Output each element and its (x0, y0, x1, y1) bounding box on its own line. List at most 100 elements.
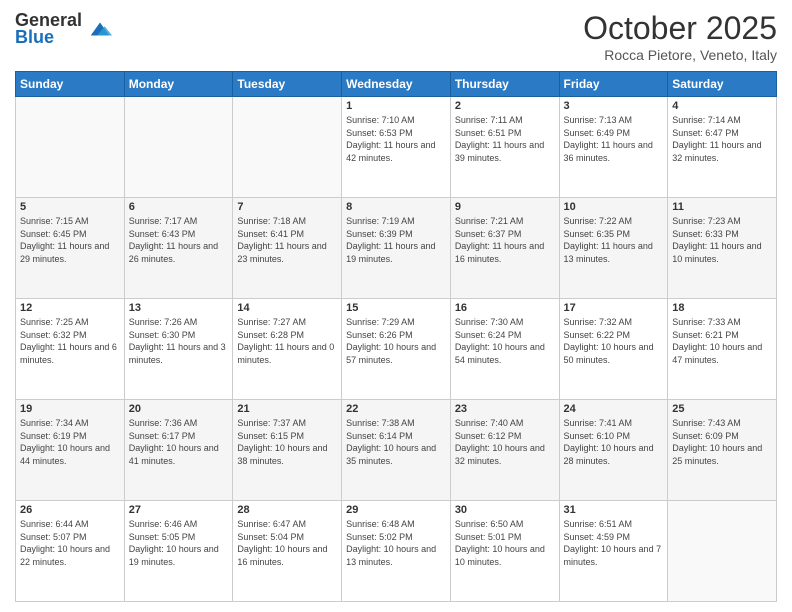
day-number: 6 (129, 201, 229, 213)
day-number: 5 (20, 201, 120, 213)
day-detail: Sunrise: 7:38 AMSunset: 6:14 PMDaylight:… (346, 417, 446, 467)
day-number: 11 (672, 201, 772, 213)
day-detail: Sunrise: 7:36 AMSunset: 6:17 PMDaylight:… (129, 417, 229, 467)
day-number: 14 (237, 302, 337, 314)
day-detail: Sunrise: 7:26 AMSunset: 6:30 PMDaylight:… (129, 316, 229, 366)
day-detail: Sunrise: 7:23 AMSunset: 6:33 PMDaylight:… (672, 215, 772, 265)
calendar-cell: 31 Sunrise: 6:51 AMSunset: 4:59 PMDayligh… (559, 501, 668, 602)
header: General Blue October 2025 Rocca Pietore,… (15, 10, 777, 63)
calendar-cell: 20 Sunrise: 7:36 AMSunset: 6:17 PMDayligh… (124, 400, 233, 501)
day-detail: Sunrise: 7:14 AMSunset: 6:47 PMDaylight:… (672, 114, 772, 164)
day-number: 30 (455, 504, 555, 516)
calendar-cell: 17 Sunrise: 7:32 AMSunset: 6:22 PMDayligh… (559, 299, 668, 400)
logo-icon (86, 15, 114, 43)
day-number: 24 (564, 403, 664, 415)
day-number: 27 (129, 504, 229, 516)
calendar-cell (668, 501, 777, 602)
calendar-cell (233, 97, 342, 198)
calendar-cell: 21 Sunrise: 7:37 AMSunset: 6:15 PMDayligh… (233, 400, 342, 501)
day-number: 15 (346, 302, 446, 314)
day-detail: Sunrise: 7:32 AMSunset: 6:22 PMDaylight:… (564, 316, 664, 366)
calendar-cell: 27 Sunrise: 6:46 AMSunset: 5:05 PMDayligh… (124, 501, 233, 602)
day-detail: Sunrise: 6:44 AMSunset: 5:07 PMDaylight:… (20, 518, 120, 568)
day-number: 8 (346, 201, 446, 213)
calendar-cell: 10Sunrise: 7:22 AMSunset: 6:35 PMDayligh… (559, 198, 668, 299)
month-title: October 2025 (583, 10, 777, 47)
day-detail: Sunrise: 6:51 AMSunset: 4:59 PMDaylight:… (564, 518, 664, 568)
calendar-cell: 12 Sunrise: 7:25 AMSunset: 6:32 PMDayligh… (16, 299, 125, 400)
calendar-cell: 5 Sunrise: 7:15 AMSunset: 6:45 PMDaylight… (16, 198, 125, 299)
calendar-cell: 3Sunrise: 7:13 AMSunset: 6:49 PMDaylight… (559, 97, 668, 198)
day-detail: Sunrise: 7:25 AMSunset: 6:32 PMDaylight:… (20, 316, 120, 366)
day-number: 2 (455, 100, 555, 112)
calendar-cell: 8 Sunrise: 7:19 AMSunset: 6:39 PMDaylight… (342, 198, 451, 299)
calendar-cell: 4 Sunrise: 7:14 AMSunset: 6:47 PMDaylight… (668, 97, 777, 198)
day-detail: Sunrise: 7:33 AMSunset: 6:21 PMDaylight:… (672, 316, 772, 366)
day-detail: Sunrise: 7:30 AMSunset: 6:24 PMDaylight:… (455, 316, 555, 366)
calendar-cell: 23Sunrise: 7:40 AMSunset: 6:12 PMDayligh… (450, 400, 559, 501)
calendar-cell: 29 Sunrise: 6:48 AMSunset: 5:02 PMDayligh… (342, 501, 451, 602)
calendar-cell: 9 Sunrise: 7:21 AMSunset: 6:37 PMDaylight… (450, 198, 559, 299)
day-number: 16 (455, 302, 555, 314)
day-detail: Sunrise: 6:46 AMSunset: 5:05 PMDaylight:… (129, 518, 229, 568)
day-number: 22 (346, 403, 446, 415)
day-number: 10 (564, 201, 664, 213)
day-number: 18 (672, 302, 772, 314)
day-detail: Sunrise: 7:10 AMSunset: 6:53 PMDaylight:… (346, 114, 446, 164)
calendar-cell: 13Sunrise: 7:26 AMSunset: 6:30 PMDayligh… (124, 299, 233, 400)
header-sunday: Sunday (16, 72, 125, 97)
day-number: 31 (564, 504, 664, 516)
page: General Blue October 2025 Rocca Pietore,… (0, 0, 792, 612)
day-number: 20 (129, 403, 229, 415)
calendar-cell: 30 Sunrise: 6:50 AMSunset: 5:01 PMDayligh… (450, 501, 559, 602)
calendar-week-row: 1 Sunrise: 7:10 AMSunset: 6:53 PMDaylight… (16, 97, 777, 198)
calendar-week-row: 19 Sunrise: 7:34 AMSunset: 6:19 PMDayligh… (16, 400, 777, 501)
day-number: 28 (237, 504, 337, 516)
day-number: 12 (20, 302, 120, 314)
day-detail: Sunrise: 7:41 AMSunset: 6:10 PMDaylight:… (564, 417, 664, 467)
calendar-cell: 22 Sunrise: 7:38 AMSunset: 6:14 PMDayligh… (342, 400, 451, 501)
day-number: 9 (455, 201, 555, 213)
calendar-cell (124, 97, 233, 198)
title-block: October 2025 Rocca Pietore, Veneto, Ital… (583, 10, 777, 63)
logo-text: General Blue (15, 10, 114, 48)
calendar-cell: 1 Sunrise: 7:10 AMSunset: 6:53 PMDaylight… (342, 97, 451, 198)
day-number: 21 (237, 403, 337, 415)
header-tuesday: Tuesday (233, 72, 342, 97)
calendar-cell: 2 Sunrise: 7:11 AMSunset: 6:51 PMDaylight… (450, 97, 559, 198)
calendar-cell: 14 Sunrise: 7:27 AMSunset: 6:28 PMDayligh… (233, 299, 342, 400)
calendar-header-row: Sunday Monday Tuesday Wednesday Thursday… (16, 72, 777, 97)
day-detail: Sunrise: 6:50 AMSunset: 5:01 PMDaylight:… (455, 518, 555, 568)
header-wednesday: Wednesday (342, 72, 451, 97)
calendar-cell (16, 97, 125, 198)
day-detail: Sunrise: 7:29 AMSunset: 6:26 PMDaylight:… (346, 316, 446, 366)
calendar-cell: 19 Sunrise: 7:34 AMSunset: 6:19 PMDayligh… (16, 400, 125, 501)
day-detail: Sunrise: 7:21 AMSunset: 6:37 PMDaylight:… (455, 215, 555, 265)
header-friday: Friday (559, 72, 668, 97)
calendar-cell: 28Sunrise: 6:47 AMSunset: 5:04 PMDayligh… (233, 501, 342, 602)
day-number: 4 (672, 100, 772, 112)
day-detail: Sunrise: 7:15 AMSunset: 6:45 PMDaylight:… (20, 215, 120, 265)
day-detail: Sunrise: 7:37 AMSunset: 6:15 PMDaylight:… (237, 417, 337, 467)
day-detail: Sunrise: 7:34 AMSunset: 6:19 PMDaylight:… (20, 417, 120, 467)
calendar-cell: 24 Sunrise: 7:41 AMSunset: 6:10 PMDayligh… (559, 400, 668, 501)
day-detail: Sunrise: 7:17 AMSunset: 6:43 PMDaylight:… (129, 215, 229, 265)
calendar-week-row: 26Sunrise: 6:44 AMSunset: 5:07 PMDayligh… (16, 501, 777, 602)
day-detail: Sunrise: 7:43 AMSunset: 6:09 PMDaylight:… (672, 417, 772, 467)
day-detail: Sunrise: 7:19 AMSunset: 6:39 PMDaylight:… (346, 215, 446, 265)
day-number: 29 (346, 504, 446, 516)
header-saturday: Saturday (668, 72, 777, 97)
calendar-week-row: 5 Sunrise: 7:15 AMSunset: 6:45 PMDaylight… (16, 198, 777, 299)
header-thursday: Thursday (450, 72, 559, 97)
day-number: 1 (346, 100, 446, 112)
day-detail: Sunrise: 7:27 AMSunset: 6:28 PMDaylight:… (237, 316, 337, 366)
calendar-week-row: 12 Sunrise: 7:25 AMSunset: 6:32 PMDayligh… (16, 299, 777, 400)
day-detail: Sunrise: 6:48 AMSunset: 5:02 PMDaylight:… (346, 518, 446, 568)
day-detail: Sunrise: 7:11 AMSunset: 6:51 PMDaylight:… (455, 114, 555, 164)
logo: General Blue (15, 10, 114, 48)
day-number: 25 (672, 403, 772, 415)
day-number: 19 (20, 403, 120, 415)
location-subtitle: Rocca Pietore, Veneto, Italy (583, 47, 777, 63)
day-number: 17 (564, 302, 664, 314)
day-number: 7 (237, 201, 337, 213)
